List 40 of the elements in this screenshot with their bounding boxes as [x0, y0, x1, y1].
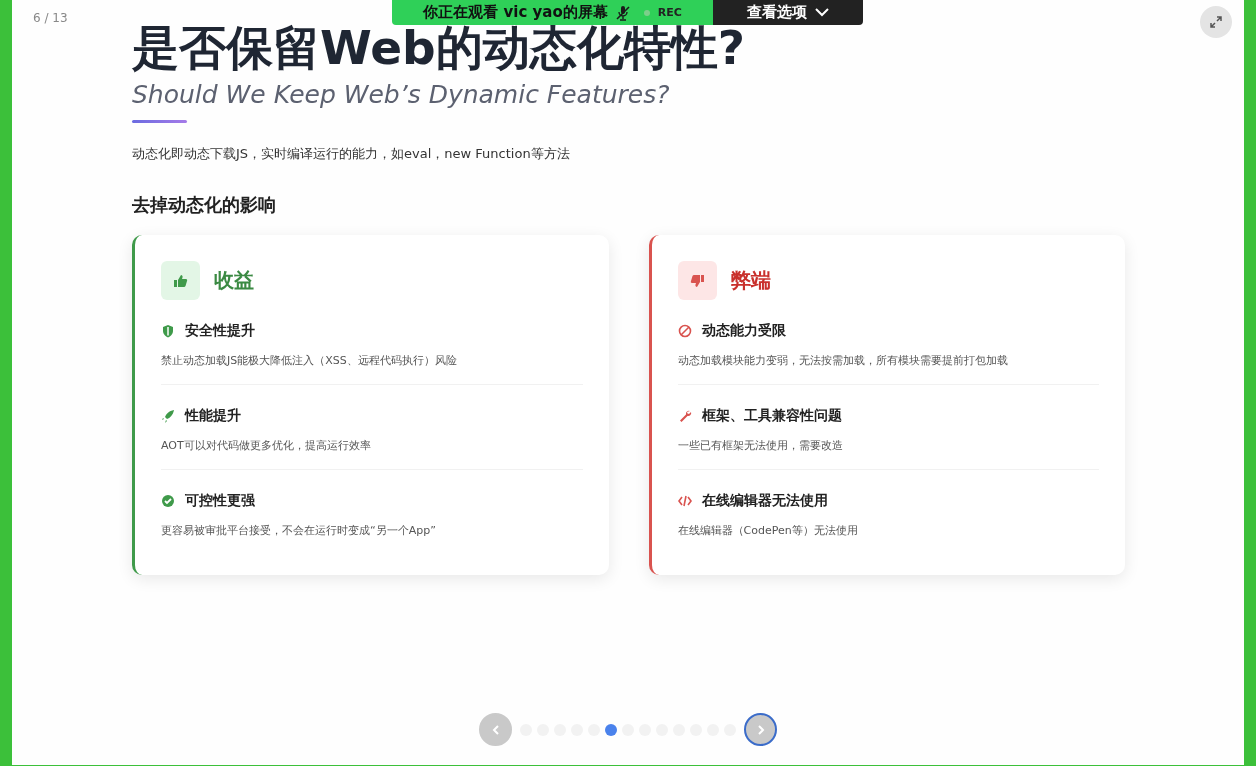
next-button[interactable] — [744, 713, 777, 746]
item-title: 在线编辑器无法使用 — [701, 492, 828, 510]
slide-subtitle: Should We Keep Web’s Dynamic Features? — [132, 80, 671, 110]
rocket-icon — [161, 409, 175, 423]
card-title: 弊端 — [730, 267, 771, 294]
code-icon — [677, 494, 692, 508]
fullscreen-button[interactable] — [1200, 6, 1232, 38]
view-options-button[interactable]: 查看选项 — [713, 0, 863, 25]
prohibited-icon — [677, 324, 692, 338]
thumbs-down-icon — [677, 261, 717, 300]
item-title: 框架、工具兼容性问题 — [701, 407, 842, 425]
page-dot[interactable] — [605, 723, 617, 736]
shield-icon — [161, 324, 175, 338]
item-title: 可控性更强 — [185, 492, 255, 510]
item-description: 动态加载模块能力变弱，无法按需加载，所有模块需要提前打包加载 — [677, 353, 1009, 368]
record-dot-icon — [643, 9, 650, 16]
mic-off-icon — [615, 4, 630, 21]
chevron-down-icon — [815, 8, 829, 17]
previous-button[interactable] — [479, 713, 512, 746]
card-title: 收益 — [214, 267, 254, 294]
item-description: 禁止动态加载JS能极大降低注入（XSS、远程代码执行）风险 — [161, 353, 458, 368]
item-description: AOT可以对代码做更多优化，提高运行效率 — [161, 438, 372, 453]
accent-line — [132, 120, 187, 123]
wrench-icon — [677, 409, 692, 423]
expand-icon — [1210, 16, 1222, 28]
item-title: 动态能力受限 — [701, 322, 786, 340]
check-circle-icon — [161, 494, 175, 508]
rec-label: REC — [657, 6, 682, 19]
description-text: 动态化即动态下载JS，实时编译运行的能力，如eval，new Function等方法 — [132, 145, 571, 163]
item-description: 一些已有框架无法使用，需要改造 — [677, 438, 844, 453]
chevron-left-icon — [491, 724, 500, 735]
item-title: 性能提升 — [185, 407, 241, 425]
slide-counter: 6 / 13 — [33, 11, 68, 25]
item-title: 安全性提升 — [185, 322, 255, 340]
viewing-label: 你正在观看 vic yao的屏幕 — [423, 3, 608, 22]
thumbs-up-icon — [161, 261, 200, 300]
chevron-right-icon — [756, 724, 765, 735]
item-description: 更容易被审批平台接受，不会在运行时变成“另一个App” — [161, 523, 437, 538]
section-heading: 去掉动态化的影响 — [132, 193, 277, 217]
item-description: 在线编辑器（CodePen等）无法使用 — [677, 523, 859, 538]
